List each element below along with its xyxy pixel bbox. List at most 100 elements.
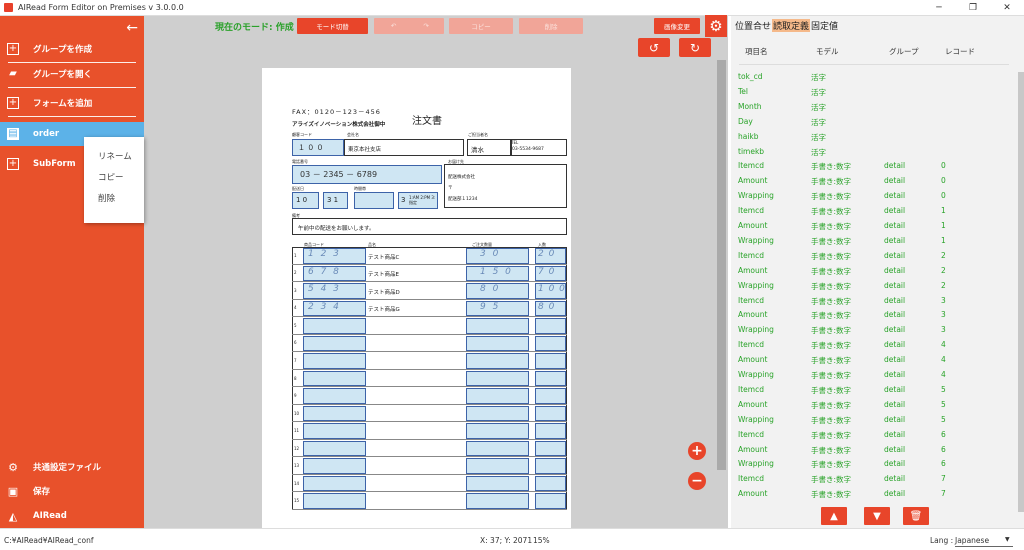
- amount-field[interactable]: [466, 405, 529, 422]
- list-item[interactable]: Itemcd 手書き:数字 detail 7: [731, 474, 1021, 489]
- list-item[interactable]: Amount 手書き:数字 detail 7: [731, 489, 1021, 504]
- list-item[interactable]: timekb 活字: [731, 147, 1021, 162]
- image-change-button[interactable]: 画像変更: [654, 18, 700, 34]
- wrapping-field[interactable]: [535, 493, 566, 509]
- amount-field[interactable]: [466, 440, 529, 457]
- itemcd-field[interactable]: [303, 370, 366, 387]
- itemcd-field[interactable]: [303, 405, 366, 422]
- list-item[interactable]: tok_cd 活字: [731, 72, 1021, 87]
- close-icon[interactable]: ✕: [990, 0, 1024, 16]
- list-item[interactable]: Wrapping 手書き:数字 detail 6: [731, 459, 1021, 474]
- list-item[interactable]: Wrapping 手書き:数字 detail 2: [731, 281, 1021, 296]
- list-item[interactable]: Amount 手書き:数字 detail 3: [731, 310, 1021, 325]
- list-item[interactable]: Amount 手書き:数字 detail 0: [731, 176, 1021, 191]
- cust-code-label: 顧客コード: [292, 132, 312, 137]
- copy-button[interactable]: コピー: [449, 18, 513, 34]
- list-item[interactable]: Itemcd 手書き:数字 detail 6: [731, 430, 1021, 445]
- wrapping-field[interactable]: [535, 405, 566, 422]
- maximize-icon[interactable]: ❐: [956, 0, 990, 16]
- sidebar-item-common-settings[interactable]: ⚙ 共通設定ファイル: [0, 455, 144, 479]
- list-item[interactable]: Wrapping 手書き:数字 detail 5: [731, 415, 1021, 430]
- itemcd-field[interactable]: [303, 440, 366, 457]
- column-header-group[interactable]: グループ: [889, 46, 919, 57]
- canvas-scrollbar[interactable]: [717, 60, 726, 470]
- list-item[interactable]: Itemcd 手書き:数字 detail 1: [731, 206, 1021, 221]
- wrapping-field[interactable]: [535, 370, 566, 387]
- tab-fixed-value[interactable]: 固定値: [810, 19, 839, 32]
- wrapping-field[interactable]: [535, 475, 566, 492]
- itemcd-field[interactable]: [303, 423, 366, 439]
- amount-field[interactable]: [466, 370, 529, 387]
- itemcd-field[interactable]: [303, 458, 366, 474]
- amount-field[interactable]: [466, 353, 529, 369]
- move-down-button[interactable]: ▼: [864, 507, 890, 525]
- wrapping-field[interactable]: [535, 458, 566, 474]
- amount-field[interactable]: [466, 388, 529, 404]
- sidebar-item-save[interactable]: ▣ 保存: [0, 479, 144, 503]
- list-item[interactable]: Itemcd 手書き:数字 detail 4: [731, 340, 1021, 355]
- list-item[interactable]: Itemcd 手書き:数字 detail 3: [731, 296, 1021, 311]
- tab-read-definition[interactable]: 読取定義: [772, 19, 811, 32]
- amount-field[interactable]: [466, 423, 529, 439]
- list-item[interactable]: Wrapping 手書き:数字 detail 1: [731, 236, 1021, 251]
- amount-field[interactable]: [466, 475, 529, 492]
- wrapping-field[interactable]: [535, 423, 566, 439]
- amount-field[interactable]: [466, 335, 529, 352]
- itemcd-field[interactable]: [303, 475, 366, 492]
- list-item[interactable]: Itemcd 手書き:数字 detail 0: [731, 161, 1021, 176]
- amount-field[interactable]: [466, 318, 529, 334]
- column-header-record[interactable]: レコード: [945, 46, 975, 57]
- wrapping-field[interactable]: [535, 388, 566, 404]
- haikb-field[interactable]: [354, 192, 394, 209]
- itemcd-field[interactable]: [303, 388, 366, 404]
- amount-field[interactable]: [466, 458, 529, 474]
- sidebar-item-create-group[interactable]: + グループを作成: [0, 37, 144, 61]
- wrapping-field[interactable]: [535, 353, 566, 369]
- list-item[interactable]: Itemcd 手書き:数字 detail 5: [731, 385, 1021, 400]
- cell-group: detail: [884, 206, 906, 216]
- sidebar-item-open-group[interactable]: ▰ グループを開く: [0, 62, 144, 86]
- menu-item-delete[interactable]: 削除: [84, 189, 144, 210]
- panel-scrollbar[interactable]: [1018, 72, 1024, 512]
- column-header-model[interactable]: モデル: [816, 46, 839, 57]
- menu-item-copy[interactable]: コピー: [84, 168, 144, 189]
- wrapping-field[interactable]: [535, 440, 566, 457]
- list-item[interactable]: Wrapping 手書き:数字 detail 4: [731, 370, 1021, 385]
- mode-switch-button[interactable]: モード切替: [297, 18, 368, 34]
- list-item[interactable]: Amount 手書き:数字 detail 4: [731, 355, 1021, 370]
- list-item[interactable]: Month 活字: [731, 102, 1021, 117]
- delete-row-button[interactable]: 🗑: [903, 507, 929, 525]
- list-item[interactable]: Wrapping 手書き:数字 detail 3: [731, 325, 1021, 340]
- itemcd-field[interactable]: [303, 493, 366, 509]
- zoom-out-button[interactable]: −: [688, 472, 706, 490]
- itemcd-field[interactable]: [303, 335, 366, 352]
- tab-alignment[interactable]: 位置合せ: [734, 19, 772, 32]
- move-up-button[interactable]: ▲: [821, 507, 847, 525]
- sidebar-item-add-form[interactable]: + フォームを追加: [0, 91, 144, 115]
- rotate-right-button[interactable]: ↻: [679, 38, 711, 57]
- list-item[interactable]: Amount 手書き:数字 detail 5: [731, 400, 1021, 415]
- lang-select[interactable]: Japanese ▼: [955, 536, 1013, 547]
- minimize-icon[interactable]: ─: [922, 0, 956, 16]
- delete-button[interactable]: 削除: [519, 18, 583, 34]
- list-item[interactable]: Tel 活字: [731, 87, 1021, 102]
- wrapping-field[interactable]: [535, 335, 566, 352]
- list-item[interactable]: Day 活字: [731, 117, 1021, 132]
- column-header-name[interactable]: 項目名: [745, 46, 768, 57]
- wrapping-field[interactable]: [535, 318, 566, 334]
- list-item[interactable]: Amount 手書き:数字 detail 1: [731, 221, 1021, 236]
- itemcd-field[interactable]: [303, 353, 366, 369]
- list-item[interactable]: Amount 手書き:数字 detail 2: [731, 266, 1021, 281]
- settings-button[interactable]: ⚙: [705, 15, 727, 37]
- menu-item-rename[interactable]: リネーム: [84, 147, 144, 168]
- list-item[interactable]: Wrapping 手書き:数字 detail 0: [731, 191, 1021, 206]
- list-item[interactable]: Itemcd 手書き:数字 detail 2: [731, 251, 1021, 266]
- list-item[interactable]: haikb 活字: [731, 132, 1021, 147]
- itemcd-field[interactable]: [303, 318, 366, 334]
- back-arrow-icon[interactable]: ←: [126, 20, 138, 36]
- list-item[interactable]: Amount 手書き:数字 detail 6: [731, 445, 1021, 460]
- rotate-left-button[interactable]: ↺: [638, 38, 670, 57]
- redo-button[interactable]: ↷: [408, 18, 444, 34]
- zoom-in-button[interactable]: +: [688, 442, 706, 460]
- amount-field[interactable]: [466, 493, 529, 509]
